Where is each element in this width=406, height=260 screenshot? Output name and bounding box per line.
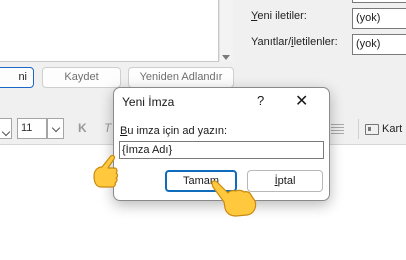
new-messages-select[interactable]: (yok) — [352, 8, 406, 29]
bold-button[interactable]: K — [78, 121, 87, 135]
signature-list-scrollbar[interactable] — [219, 0, 233, 61]
rename-signature-button[interactable]: Yeniden Adlandır — [128, 67, 234, 88]
pointing-hand-icon — [93, 154, 119, 188]
business-card-icon — [365, 123, 379, 135]
signature-list[interactable] — [0, 0, 219, 62]
signature-name-input[interactable] — [119, 141, 324, 159]
pointing-hand-icon — [211, 180, 257, 217]
italic-button[interactable]: T — [104, 121, 111, 135]
new-messages-label: Yeni iletiler: — [251, 10, 307, 22]
scroll-down-arrow-icon[interactable] — [222, 55, 230, 60]
font-size-dropdown[interactable] — [47, 118, 64, 139]
font-size-select[interactable]: 11 — [17, 118, 47, 139]
save-signature-button[interactable]: Kaydet — [42, 67, 121, 88]
signature-name-label: Bu imza için ad yazın: — [120, 125, 227, 137]
chevron-down-icon — [51, 123, 60, 133]
help-button[interactable]: ? — [257, 93, 264, 108]
toolbar-divider — [358, 119, 359, 139]
account-select-edge[interactable] — [352, 0, 406, 3]
replies-forwards-label: Yanıtlar/iletilenler: — [251, 36, 338, 48]
replies-forwards-select[interactable]: (yok) — [352, 34, 406, 55]
dialog-title: Yeni İmza — [122, 95, 175, 109]
new-signature-button[interactable]: ni — [0, 67, 34, 88]
align-right-icon[interactable] — [331, 124, 344, 136]
cancel-button[interactable]: İptal — [247, 170, 323, 192]
business-card-button[interactable]: Kart — [365, 120, 402, 138]
business-card-label: Kart — [382, 123, 403, 135]
close-icon[interactable]: ✕ — [295, 91, 308, 111]
